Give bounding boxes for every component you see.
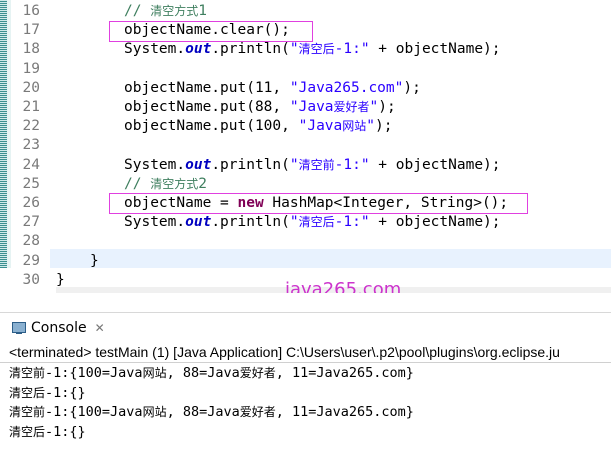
line-number: 16 <box>22 3 40 19</box>
console-output[interactable]: 清空前-1:{100=Java网站, 88=Java爱好者, 11=Java26… <box>0 362 611 453</box>
console-status-line: <terminated> testMain (1) [Java Applicat… <box>9 344 560 360</box>
code-text: System.out.println("清空后-1:" + objectName… <box>124 214 501 231</box>
tab-console[interactable]: Console ✕ <box>12 319 105 337</box>
line-number: 18 <box>22 41 40 58</box>
watermark: java265.com <box>285 279 402 293</box>
code-text: // 清空方式2 <box>124 175 207 192</box>
code-editor[interactable]: 16// 清空方式1 17 objectName.clear(); 18 System.… <box>0 0 611 293</box>
change-ruler <box>0 0 7 268</box>
close-icon[interactable]: ✕ <box>95 321 105 335</box>
code-text: // 清空方式1 <box>124 3 207 19</box>
line-number: 23 <box>22 137 40 154</box>
console-output-line: 清空前-1:{100=Java网站, 88=Java爱好者, 11=Java26… <box>9 404 414 420</box>
highlight-new-hashmap <box>109 193 528 214</box>
line-number: 19 <box>22 60 40 77</box>
line-number: 26 <box>22 195 40 211</box>
current-line-highlight <box>50 249 611 268</box>
line-number: 30 <box>22 271 40 288</box>
console-output-line: 清空前-1:{100=Java网站, 88=Java爱好者, 11=Java26… <box>9 365 414 381</box>
line-number: 20 <box>22 79 40 96</box>
line-number: 21 <box>22 99 40 115</box>
code-text: System.out.println("清空后-1:" + objectName… <box>124 41 501 58</box>
console-output-line: 清空后-1:{} <box>9 423 86 440</box>
line-number: 17 <box>22 22 40 39</box>
code-text: objectName.put(100, "Java网站"); <box>124 118 393 135</box>
code-text: System.out.println("清空前-1:" + objectName… <box>124 156 501 173</box>
change-ruler-shade <box>7 0 11 268</box>
highlight-clear-call <box>109 21 313 42</box>
console-tab-bar: Console ✕ <box>0 312 611 341</box>
line-number: 27 <box>22 214 40 231</box>
console-view: Console ✕ <terminated> testMain (1) [Jav… <box>0 312 611 452</box>
console-output-line: 清空后-1:{} <box>9 384 86 401</box>
line-number: 28 <box>22 233 40 250</box>
code-text: objectName.put(88, "Java爱好者"); <box>124 99 396 115</box>
console-tab-label: Console <box>31 320 87 336</box>
code-text: } <box>90 252 99 269</box>
line-number: 22 <box>22 118 40 135</box>
line-number: 29 <box>22 252 40 269</box>
code-text: objectName.put(11, "Java265.com"); <box>124 79 421 96</box>
console-icon <box>12 322 26 334</box>
line-number: 24 <box>22 156 40 173</box>
line-number: 25 <box>22 175 40 192</box>
